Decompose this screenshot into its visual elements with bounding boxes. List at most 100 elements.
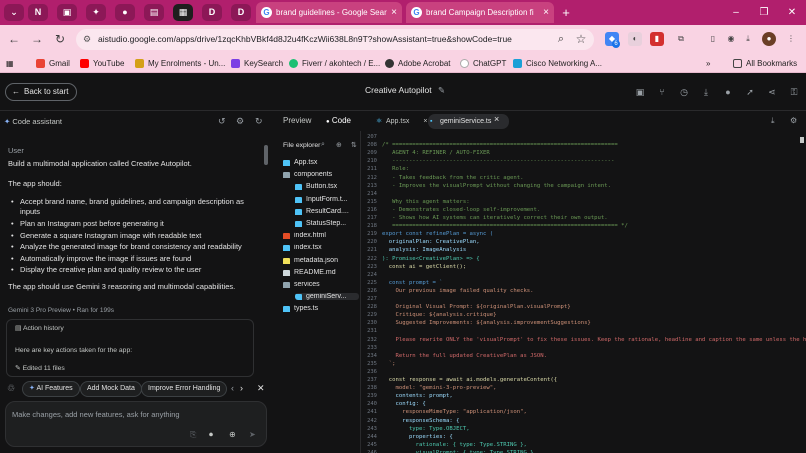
close-icon[interactable]: × — [543, 2, 549, 23]
apps-grid-icon[interactable]: ▦ — [6, 57, 14, 70]
deploy-rocket-icon[interactable]: ➚ — [744, 86, 756, 98]
extension-camera-icon[interactable]: ◉ — [724, 32, 738, 46]
sidepanel-icon[interactable]: ▯ — [706, 32, 720, 46]
prompt-input[interactable]: Make changes, add new features, ask for … — [5, 401, 267, 447]
file-item[interactable]: README.md — [283, 269, 359, 276]
bookmark-enrolments[interactable]: My Enrolments - Un... — [135, 57, 225, 70]
history-icon: ▤ — [15, 325, 22, 332]
key-icon[interactable]: ⚿ — [788, 86, 800, 98]
close-icon[interactable]: ✕ — [257, 383, 265, 394]
settings-gear-icon[interactable]: ⚙ — [236, 116, 244, 127]
editor-scrollbar[interactable] — [800, 137, 804, 143]
file-item[interactable]: components — [283, 171, 359, 179]
download-icon[interactable]: ⤓ — [741, 32, 755, 46]
chip-add-mock-data[interactable]: Add Mock Data — [80, 381, 142, 397]
file-item[interactable]: StatusStep... — [295, 220, 359, 227]
bookmark-gmail[interactable]: Gmail — [36, 57, 70, 70]
chat-scrollbar[interactable] — [264, 145, 268, 165]
close-icon[interactable]: × — [494, 114, 499, 124]
new-tab-button[interactable]: + — [556, 0, 576, 25]
bookmark-keysearch[interactable]: KeySearch — [231, 57, 283, 70]
maximize-button[interactable]: ❐ — [750, 0, 778, 25]
save-icon[interactable]: ▣ — [634, 86, 646, 98]
extension-grammar-icon[interactable]: ◐ — [628, 32, 642, 46]
close-icon[interactable]: × — [423, 118, 427, 125]
file-item[interactable]: geminiServ... — [295, 293, 359, 301]
close-icon[interactable]: × — [391, 2, 397, 23]
tab-brand-guidelines[interactable]: G brand guidelines - Google Sear × — [256, 2, 402, 23]
github-icon[interactable]: ● — [722, 86, 734, 98]
share-icon[interactable]: ⋖ — [766, 86, 778, 98]
download-icon[interactable]: ⤓ — [771, 116, 775, 126]
chips-prev-icon[interactable]: ‹ — [231, 383, 234, 393]
extensions-puzzle-icon[interactable]: ⧉ — [674, 32, 688, 46]
pinned-tab-d2[interactable]: D — [231, 4, 251, 21]
tab-brand-campaign[interactable]: G brand Campaign Description fi × — [406, 2, 554, 23]
search-icon[interactable]: ⌕ — [321, 141, 325, 149]
microphone-icon[interactable]: ⏺ — [209, 430, 213, 440]
attach-icon[interactable]: ⎘ — [190, 430, 196, 440]
pinned-tab-notion[interactable]: N — [28, 4, 48, 21]
action-history-label[interactable]: ▤ Action history — [15, 324, 64, 332]
file-item[interactable]: Button.tsx — [295, 183, 359, 191]
edit-pencil-icon[interactable]: ✎ — [438, 85, 445, 95]
extension-record-icon[interactable]: ▮ — [650, 32, 664, 46]
suggestions-icon[interactable]: ♲ — [7, 383, 15, 394]
send-icon[interactable]: ➤ — [249, 430, 256, 439]
reload-icon[interactable]: ↻ — [51, 30, 69, 48]
collapse-icon[interactable]: ⇅ — [351, 141, 357, 149]
zoom-search-icon[interactable]: ⌕ — [552, 30, 570, 48]
code-editor[interactable]: 207 208 /* ===============================… — [362, 131, 806, 453]
close-window-button[interactable]: ✕ — [778, 0, 806, 25]
app-header: ← Back to start Creative Autopilot ✎ ▣ ⑂… — [0, 73, 806, 111]
pinned-tab-d1[interactable]: D — [202, 4, 222, 21]
more-bookmarks-icon[interactable]: » — [706, 57, 710, 70]
address-bar[interactable]: ⚙ aistudio.google.com/apps/drive/1zqcKhb… — [76, 29, 594, 50]
avatar[interactable]: ● — [762, 32, 776, 46]
add-file-icon[interactable]: ⊕ — [336, 141, 342, 149]
browser-menu-icon[interactable]: ⋮ — [784, 32, 798, 46]
bookmark-acrobat[interactable]: Adobe Acrobat — [385, 57, 450, 70]
minimize-button[interactable]: – — [722, 0, 750, 25]
bookmark-fiverr[interactable]: Fiverr / akohtech / E... — [289, 57, 380, 70]
settings-gear-icon[interactable]: ⚙ — [790, 116, 797, 125]
tab-preview[interactable]: Preview — [283, 116, 311, 125]
all-bookmarks[interactable]: All Bookmarks — [733, 57, 797, 70]
back-to-start-button[interactable]: ← Back to start — [5, 83, 78, 101]
file-icon — [295, 208, 302, 215]
bookmark-chatgpt[interactable]: ChatGPT — [460, 57, 506, 70]
history-icon[interactable]: ↺ — [218, 116, 226, 127]
pinned-tab-github-icon[interactable]: ● — [115, 4, 135, 21]
file-name: types.ts — [294, 305, 319, 313]
file-item[interactable]: types.ts — [283, 305, 359, 313]
tab-code[interactable]: ● Code — [326, 116, 351, 125]
file-tab-app[interactable]: ⚛ App.tsx × — [374, 114, 427, 129]
share-branch-icon[interactable]: ⑂ — [656, 86, 668, 98]
pinned-tab-slides-icon[interactable]: ▤ — [144, 4, 164, 21]
refresh-icon[interactable]: ↻ — [255, 116, 263, 127]
file-item[interactable]: App.tsx — [283, 159, 359, 166]
pinned-tab-gemini-icon[interactable]: ✦ — [86, 4, 106, 21]
bookmark-star-icon[interactable]: ☆ — [572, 30, 590, 48]
pinned-tab-drive-icon[interactable]: ▣ — [57, 4, 77, 21]
file-item[interactable]: index.tsx — [283, 244, 359, 252]
chips-next-icon[interactable]: › — [240, 383, 243, 393]
history-icon[interactable]: ◷ — [678, 86, 690, 98]
add-icon[interactable]: ⊕ — [229, 430, 236, 439]
edited-files[interactable]: ✎ Edited 11 files — [15, 364, 65, 372]
bookmark-youtube[interactable]: YouTube — [80, 57, 124, 70]
forward-arrow-icon[interactable]: → — [28, 30, 46, 48]
file-item[interactable]: services — [283, 281, 359, 288]
chip-improve-error-handling[interactable]: Improve Error Handling — [141, 381, 228, 397]
chip-ai-features[interactable]: ✦ AI Features — [22, 381, 80, 397]
file-item[interactable]: metadata.json — [283, 257, 359, 264]
pinned-tab-aistudio-icon[interactable]: ▦ — [173, 4, 193, 21]
back-arrow-icon[interactable]: ← — [5, 30, 23, 48]
tab-search-icon[interactable]: ⌄ — [4, 4, 24, 21]
bookmark-cisco[interactable]: Cisco Networking A... — [513, 57, 602, 70]
site-info-icon[interactable]: ⚙ — [83, 29, 91, 50]
file-item[interactable]: ResultCard.... — [295, 208, 359, 215]
file-item[interactable]: index.html — [283, 232, 359, 240]
download-icon[interactable]: ⤓ — [700, 86, 712, 98]
file-item[interactable]: InputForm.t... — [295, 196, 359, 203]
